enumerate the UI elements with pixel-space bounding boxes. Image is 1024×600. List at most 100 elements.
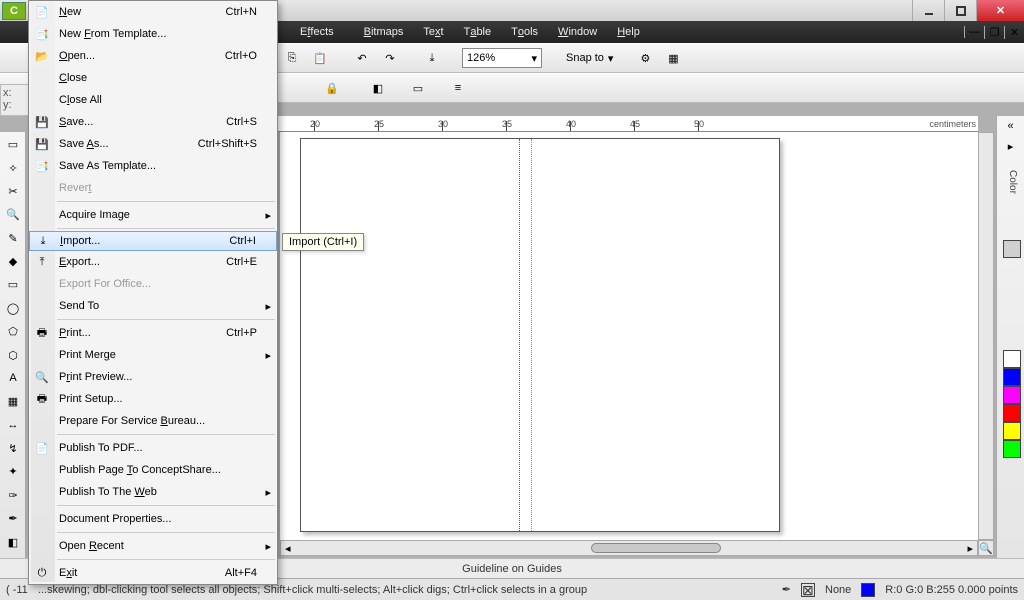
menuitem-import[interactable]: ⤓Import...Ctrl+I xyxy=(29,231,277,251)
table-tool-icon[interactable]: ▦ xyxy=(2,391,24,412)
no-color-swatch[interactable] xyxy=(1003,240,1021,258)
crop-tool-icon[interactable]: ✂ xyxy=(2,181,24,202)
menuitem-save-as[interactable]: 💾Save As...Ctrl+Shift+S xyxy=(29,133,277,155)
expand-flyout-icon[interactable]: « xyxy=(997,116,1024,136)
menuitem-label: Publish Page To ConceptShare... xyxy=(59,464,221,476)
menuitem-label: Document Properties... xyxy=(59,513,172,525)
menuitem-label: Open Recent xyxy=(59,540,124,552)
snapto-dropdown[interactable]: ▾ xyxy=(608,52,614,65)
menuitem-publish-page-to-conceptshare[interactable]: Publish Page To ConceptShare... xyxy=(29,459,277,481)
horizontal-scrollbar[interactable]: ◂ ▸ xyxy=(280,540,978,556)
menuitem-close[interactable]: Close xyxy=(29,67,277,89)
menuitem-send-to[interactable]: Send To▸ xyxy=(29,295,277,317)
menuitem-print-preview[interactable]: 🔍Print Preview... xyxy=(29,366,277,388)
options-icon[interactable]: ⚙ xyxy=(633,46,657,70)
fill-none-label: None xyxy=(825,584,851,596)
zoom-tool-icon[interactable]: 🔍 xyxy=(2,204,24,225)
shape-tool-icon[interactable]: ✧ xyxy=(2,157,24,178)
menuitem-exit[interactable]: ⏻ExitAlt+F4 xyxy=(29,562,277,584)
outline-tool-icon[interactable]: ✒ xyxy=(2,508,24,529)
swatch-yellow[interactable] xyxy=(1003,422,1021,440)
smart-fill-icon[interactable]: ◆ xyxy=(2,251,24,272)
menuitem-export[interactable]: ⤒Export...Ctrl+E xyxy=(29,251,277,273)
menuitem-label: Close xyxy=(59,72,87,84)
dimension-tool-icon[interactable]: ↔ xyxy=(2,415,24,436)
redo-icon[interactable]: ↷ xyxy=(378,46,402,70)
menuitem-print-merge[interactable]: Print Merge▸ xyxy=(29,344,277,366)
menuitem-acquire-image[interactable]: Acquire Image▸ xyxy=(29,204,277,226)
lock-icon[interactable]: 🔒 xyxy=(320,76,344,100)
doc-close-icon[interactable]: ✕ xyxy=(1004,26,1024,39)
undo-icon[interactable]: ↶ xyxy=(350,46,374,70)
paste-icon[interactable]: 📋 xyxy=(308,46,332,70)
app-icon[interactable]: C xyxy=(2,2,26,20)
menu-window[interactable]: Window xyxy=(548,21,607,43)
canvas[interactable] xyxy=(280,132,978,540)
doc-restore-icon[interactable]: ❐ xyxy=(984,26,1004,39)
menuitem-print-setup[interactable]: 🖶Print Setup... xyxy=(29,388,277,410)
menuitem-document-properties[interactable]: Document Properties... xyxy=(29,508,277,530)
submenu-arrow-icon: ▸ xyxy=(265,209,271,222)
swatch-white[interactable] xyxy=(1003,350,1021,368)
submenu-arrow-icon: ▸ xyxy=(265,486,271,499)
menuitem-print[interactable]: 🖶Print...Ctrl+P xyxy=(29,322,277,344)
submenu-arrow-icon: ▸ xyxy=(265,349,271,362)
copy-icon[interactable]: ⎘ xyxy=(280,46,304,70)
menuitem-label: Import... xyxy=(60,235,100,247)
menuitem-prepare-for-service-bureau[interactable]: Prepare For Service Bureau... xyxy=(29,410,277,432)
menu-text[interactable]: Text xyxy=(413,21,453,43)
align-icon[interactable]: ≡ xyxy=(446,76,470,100)
menuitem-save[interactable]: 💾Save...Ctrl+S xyxy=(29,111,277,133)
swatch-magenta[interactable] xyxy=(1003,386,1021,404)
menuitem-open-recent[interactable]: Open Recent▸ xyxy=(29,535,277,557)
menu-tools[interactable]: Tools xyxy=(501,21,548,43)
menuitem-close-all[interactable]: Close All xyxy=(29,89,277,111)
menu-bitmaps[interactable]: Bitmaps xyxy=(354,21,414,43)
interactive-tool-icon[interactable]: ✦ xyxy=(2,461,24,482)
text-tool-icon[interactable]: A xyxy=(2,368,24,389)
save-icon: 💾 xyxy=(33,113,51,131)
cursor-status: ( -11 xyxy=(6,584,28,596)
guideline-2[interactable] xyxy=(531,139,532,531)
zoom-input[interactable]: 126%▾ xyxy=(462,48,542,68)
outline-pen-icon[interactable]: ✒ xyxy=(782,583,791,596)
guideline-1[interactable] xyxy=(519,139,520,531)
outline-color-swatch[interactable] xyxy=(861,583,875,597)
page-boundary xyxy=(300,138,780,532)
doc-minimize-icon[interactable]: — xyxy=(964,26,984,38)
eyedropper-tool-icon[interactable]: ✑ xyxy=(2,485,24,506)
launch-icon[interactable]: ▦ xyxy=(661,46,685,70)
polygon-tool-icon[interactable]: ⬠ xyxy=(2,321,24,342)
snapto-label: Snap to xyxy=(566,52,604,64)
menu-help[interactable]: Help xyxy=(607,21,650,43)
swatch-blue[interactable] xyxy=(1003,368,1021,386)
menuitem-save-as-template[interactable]: 📑Save As Template... xyxy=(29,155,277,177)
play-icon[interactable]: ▸ xyxy=(997,136,1024,157)
minimize-button[interactable] xyxy=(912,0,944,21)
vertical-scrollbar[interactable] xyxy=(978,132,994,540)
menu-effects[interactable]: Effects xyxy=(280,21,354,43)
menuitem-revert: Revert xyxy=(29,177,277,199)
pick-tool-icon[interactable]: ▭ xyxy=(2,134,24,155)
swatch-green[interactable] xyxy=(1003,440,1021,458)
menuitem-open[interactable]: 📂Open...Ctrl+O xyxy=(29,45,277,67)
maximize-button[interactable] xyxy=(944,0,976,21)
ellipse-tool-icon[interactable]: ◯ xyxy=(2,298,24,319)
basic-shapes-icon[interactable]: ⬡ xyxy=(2,344,24,365)
freehand-tool-icon[interactable]: ✎ xyxy=(2,228,24,249)
swatch-red[interactable] xyxy=(1003,404,1021,422)
rectangle-tool-icon[interactable]: ▭ xyxy=(2,274,24,295)
menuitem-publish-to-pdf[interactable]: 📄Publish To PDF... xyxy=(29,437,277,459)
menuitem-new[interactable]: 📄NewCtrl+N xyxy=(29,1,277,23)
menuitem-new-from-template[interactable]: 📑New From Template... xyxy=(29,23,277,45)
no-fill-icon[interactable]: ⊠ xyxy=(801,583,815,597)
close-button[interactable]: ✕ xyxy=(976,0,1024,21)
page-frame-icon[interactable]: ▭ xyxy=(406,76,430,100)
connector-tool-icon[interactable]: ↯ xyxy=(2,438,24,459)
menuitem-publish-to-the-web[interactable]: Publish To The Web▸ xyxy=(29,481,277,503)
presets-icon[interactable]: ◧ xyxy=(366,76,390,100)
menu-table[interactable]: Table xyxy=(454,21,502,43)
import-icon[interactable]: ⤓ xyxy=(420,46,444,70)
fill-tool-icon[interactable]: ◧ xyxy=(2,531,24,552)
zoom-fit-icon[interactable]: 🔍 xyxy=(978,540,994,556)
